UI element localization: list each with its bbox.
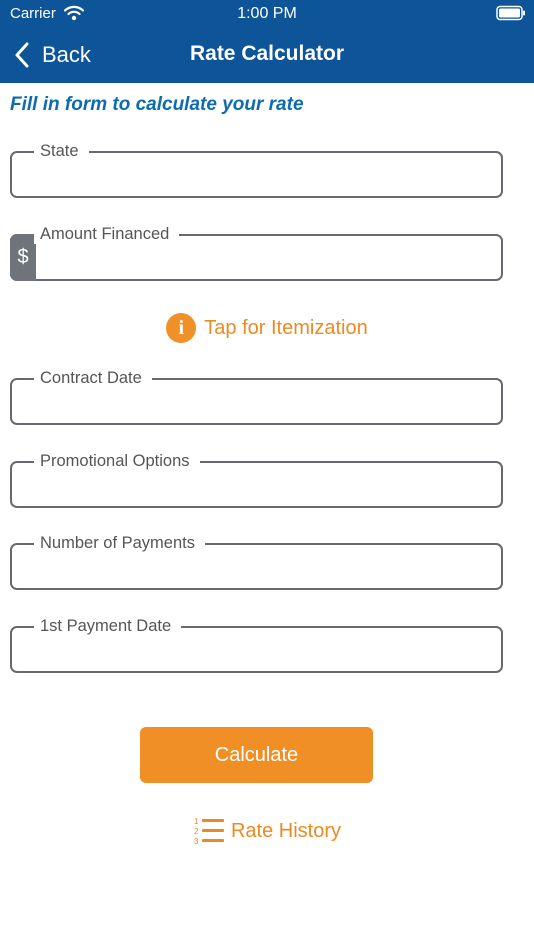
- number-of-payments-field[interactable]: Number of Payments: [10, 533, 503, 590]
- state-field[interactable]: State: [10, 141, 503, 198]
- first-payment-date-field[interactable]: 1st Payment Date: [10, 616, 503, 673]
- navigation-bar: Carrier 1:00 PM Back Rate Calculator: [0, 0, 534, 83]
- promotional-options-label: Promotional Options: [34, 451, 200, 471]
- state-label: State: [34, 141, 89, 161]
- svg-text:2: 2: [194, 827, 199, 836]
- promotional-options-field[interactable]: Promotional Options: [10, 451, 503, 508]
- numbered-list-icon: 1 2 3: [194, 817, 224, 846]
- status-time: 1:00 PM: [237, 5, 297, 22]
- number-of-payments-label: Number of Payments: [34, 533, 205, 553]
- svg-text:3: 3: [194, 837, 199, 846]
- itemization-link[interactable]: i Tap for Itemization: [0, 313, 534, 343]
- svg-text:1: 1: [194, 817, 199, 826]
- calculate-button[interactable]: Calculate: [140, 727, 373, 783]
- rate-history-label: Rate History: [230, 819, 342, 842]
- first-payment-date-label: 1st Payment Date: [34, 616, 182, 636]
- rate-history-link[interactable]: 1 2 3 Rate History: [0, 815, 534, 847]
- info-icon: i: [166, 313, 197, 343]
- form-instructions: Fill in form to calculate your rate: [10, 94, 304, 115]
- contract-date-label: Contract Date: [34, 368, 152, 388]
- itemization-label: Tap for Itemization: [204, 316, 368, 339]
- contract-date-field[interactable]: Contract Date: [10, 368, 503, 425]
- amount-financed-label: Amount Financed: [34, 224, 180, 244]
- page-title: Rate Calculator: [189, 42, 345, 65]
- amount-financed-field[interactable]: $ Amount Financed: [10, 224, 503, 281]
- battery-icon: [496, 5, 525, 21]
